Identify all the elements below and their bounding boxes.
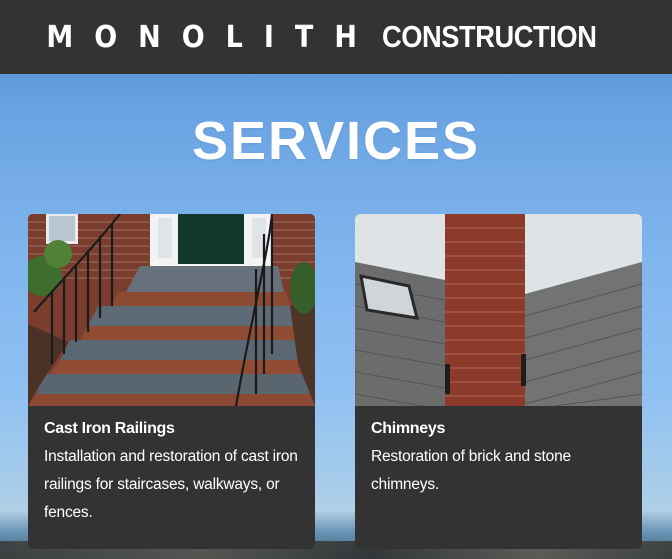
service-title: Chimneys xyxy=(371,420,446,437)
service-card-cast-iron-railings[interactable]: Cast Iron Railings Installation and rest… xyxy=(28,214,315,549)
service-card-chimneys[interactable]: Chimneys Restoration of brick and stone … xyxy=(355,214,642,549)
brand-name-spaced: MONOLITH xyxy=(46,19,378,55)
site-logo[interactable]: MONOLITH CONSTRUCTION xyxy=(46,19,625,55)
service-title: Cast Iron Railings xyxy=(44,420,175,437)
service-description: Restoration of brick and stone chimneys. xyxy=(371,448,571,493)
cast-iron-railings-photo xyxy=(28,214,315,406)
service-description: Installation and restoration of cast iro… xyxy=(44,448,298,521)
services-heading: SERVICES xyxy=(191,111,481,171)
site-header: MONOLITH CONSTRUCTION xyxy=(0,0,672,74)
chimneys-photo xyxy=(355,214,642,406)
brand-name-construction: CONSTRUCTION xyxy=(381,19,597,54)
